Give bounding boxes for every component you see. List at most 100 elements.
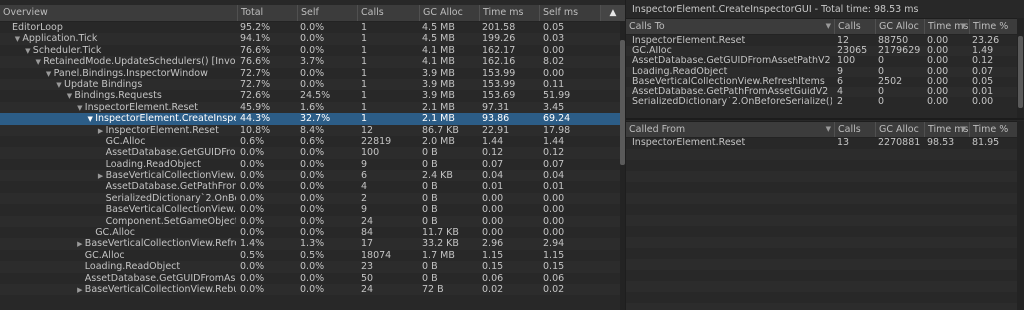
table-row[interactable]: Loading.ReadObject 0.0% 0.0% 23 0 B 0.15 0.15 — [0, 261, 620, 273]
col-total[interactable]: Total — [237, 5, 297, 21]
table-row[interactable]: Component.SetGameObject 0.0% 0.0% 24 0 B 0.00… — [0, 215, 620, 228]
table-row[interactable]: AssetDatabase.GetPathFromAssetGuidV2 0.0%… — [0, 181, 620, 192]
self-cell: 1.6% — [300, 101, 325, 113]
expand-arrow-icon[interactable]: ▶ — [96, 171, 106, 181]
list-item[interactable]: SerializedDictionary`2.OnBeforeSerialize… — [626, 97, 1017, 107]
time-pct-cell: 0.01 — [972, 86, 994, 97]
col-gc-alloc[interactable]: GC Alloc — [875, 122, 924, 137]
gc-alloc-cell: 72 B — [422, 283, 444, 295]
time-ms-cell: 1.44 — [482, 135, 504, 147]
collapse-arrow-icon[interactable]: ▼ — [44, 69, 54, 79]
col-self[interactable]: Self — [297, 5, 357, 21]
list-item[interactable]: InspectorElement.Reset 13 2270881 98.53 81.9… — [626, 138, 1017, 148]
self-ms-cell: 0.01 — [543, 181, 565, 193]
sample-name-cell: SerializedDictionary`2.OnBeforeSerialize… — [96, 193, 236, 204]
empty-row — [626, 259, 1017, 270]
col-self-ms[interactable]: Self ms — [539, 5, 600, 21]
table-row[interactable]: BaseVerticalCollectionView.Rebuild 0.0% 0.… — [0, 204, 620, 215]
self-cell: 0.0% — [300, 261, 325, 273]
list-item[interactable]: AssetDatabase.GetGUIDFromAssetPathV2 100 0… — [626, 56, 1017, 66]
table-row[interactable]: ▼ Update Bindings 72.7% 0.0% 1 3.9 MB 153.99 0.… — [0, 78, 620, 91]
expand-arrow-icon[interactable]: ▶ — [75, 285, 85, 295]
col-time-ms[interactable]: Time ms ▼ — [924, 122, 969, 137]
col-time-pct[interactable]: Time % — [969, 122, 1017, 137]
collapse-arrow-icon[interactable]: ▼ — [33, 57, 43, 67]
table-row[interactable]: GC.Alloc 0.6% 0.6% 22819 2.0 MB 1.44 1.44 — [0, 136, 620, 147]
table-row[interactable]: ▼ Bindings.Requests 72.6% 24.5% 1 3.9 MB 153.6… — [0, 90, 620, 101]
col-called-from[interactable]: Called From ▼ — [626, 122, 834, 137]
called-from-scrollbar[interactable] — [1017, 121, 1024, 310]
sample-name: Panel.Bindings.InspectorWindow — [53, 67, 208, 79]
self-ms-cell: 0.03 — [543, 33, 565, 45]
col-time-ms[interactable]: Time ms ▼ — [924, 19, 969, 34]
table-row[interactable]: SerializedDictionary`2.OnBeforeSerialize… — [0, 192, 620, 205]
list-item[interactable]: AssetDatabase.GetPathFromAssetGuidV2 4 0 0.… — [626, 86, 1017, 98]
table-row[interactable]: ▼InspectorElement.CreateInspectorGUI 44.3… — [0, 113, 620, 125]
table-row[interactable]: ▼ Application.Tick 94.1% 0.0% 1 4.5 MB 199.26 0… — [0, 33, 620, 45]
collapse-arrow-icon[interactable]: ▼ — [23, 46, 33, 56]
table-row[interactable]: ▼ Scheduler.Tick 76.6% 0.0% 1 4.1 MB 162.17 0.0… — [0, 45, 620, 56]
col-overview[interactable]: Overview — [0, 5, 237, 21]
collapse-arrow-icon[interactable]: ▼ — [75, 103, 85, 113]
col-calls-to[interactable]: Calls To ▼ — [626, 19, 834, 34]
self-ms-cell: 0.00 — [543, 67, 565, 79]
time-ms-cell: 2.96 — [482, 238, 504, 250]
table-row[interactable]: AssetDatabase.GetGUIDFromAssetPathV2 0.0%… — [0, 147, 620, 159]
collapse-arrow-icon[interactable]: ▼ — [64, 91, 74, 101]
list-item[interactable]: Loading.ReadObject 9 0 0.00 0.07 — [626, 66, 1017, 77]
sample-name-cell: ▶BaseVerticalCollectionView.RefreshItems — [75, 238, 236, 249]
table-row[interactable]: ▼ RetainedMode.UpdateSchedulers() [Invoke… — [0, 56, 620, 68]
time-ms-cell: 0.00 — [927, 66, 949, 77]
chevron-down-icon: ▼ — [960, 22, 966, 30]
time-pct-cell: 23.26 — [972, 36, 1000, 46]
table-row[interactable]: GC.Alloc 0.0% 0.0% 84 11.7 KB 0.00 0.00 — [0, 227, 620, 238]
self-cell: 0.0% — [300, 283, 325, 295]
col-calls[interactable]: Calls — [357, 5, 419, 21]
self-cell: 0.0% — [300, 227, 325, 239]
list-item[interactable]: InspectorElement.Reset 12 88750 0.00 23.26 — [626, 36, 1017, 46]
hierarchy-scrollbar[interactable] — [620, 22, 625, 310]
expand-arrow-icon[interactable]: ▶ — [75, 239, 85, 249]
collapse-arrow-icon[interactable]: ▼ — [85, 114, 95, 124]
table-row[interactable]: GC.Alloc 0.5% 0.5% 18074 1.7 MB 1.15 1.15 — [0, 250, 620, 261]
sort-arrow-icon[interactable]: ▲ — [600, 5, 625, 21]
list-item[interactable]: BaseVerticalCollectionView.RefreshItems 6… — [626, 77, 1017, 87]
collapse-arrow-icon[interactable]: ▼ — [12, 34, 22, 44]
list-item[interactable]: GC.Alloc 23065 2179629 0.00 1.49 — [626, 46, 1017, 57]
col-calls[interactable]: Calls — [834, 122, 875, 137]
col-gc-alloc[interactable]: GC Alloc — [875, 19, 924, 34]
collapse-arrow-icon[interactable]: ▼ — [54, 80, 64, 90]
scrollbar-thumb[interactable] — [620, 40, 625, 165]
expand-arrow-icon[interactable]: ▶ — [96, 126, 106, 136]
col-calls[interactable]: Calls — [834, 19, 875, 34]
table-row[interactable]: ▶ InspectorElement.Reset 10.8% 8.4% 12 86.7 K… — [0, 124, 620, 136]
table-row[interactable]: ▼ Panel.Bindings.InspectorWindow 72.7% 0.0%… — [0, 68, 620, 79]
total-cell: 76.6% — [240, 56, 271, 68]
time-ms-cell: 162.16 — [482, 56, 516, 68]
table-row[interactable]: EditorLoop 95.2% 0.0% 1 4.5 MB 201.58 0.05 — [0, 22, 620, 33]
sample-name-cell: GC.Alloc — [96, 136, 236, 147]
self-ms-cell: 0.07 — [543, 158, 565, 170]
sample-name: RetainedMode.UpdateSchedulers() [Invoke] — [43, 56, 236, 68]
self-ms-cell: 0.05 — [543, 22, 565, 33]
gc-alloc-cell: 4.5 MB — [422, 33, 455, 45]
panel-divider[interactable] — [626, 118, 1024, 120]
table-row[interactable]: AssetDatabase.GetGUIDFromAssetPathV2 0.0%… — [0, 273, 620, 284]
function-name-cell: InspectorElement.Reset — [632, 138, 746, 148]
total-cell: 0.0% — [240, 181, 265, 193]
table-row[interactable]: ▼ InspectorElement.Reset 45.9% 1.6% 1 2.1 MB 9… — [0, 101, 620, 114]
table-row[interactable]: ▶ BaseVerticalCollectionView.Rebuild 0.0% 0… — [0, 283, 620, 296]
empty-row — [626, 193, 1017, 204]
table-row[interactable]: ▶BaseVerticalCollectionView.RefreshItems… — [0, 170, 620, 182]
col-gc-alloc[interactable]: GC Alloc — [419, 5, 479, 21]
gc-alloc-cell: 0 — [878, 97, 885, 108]
empty-row — [626, 270, 1017, 281]
table-row[interactable]: ▶BaseVerticalCollectionView.RefreshItems… — [0, 238, 620, 250]
scrollbar-thumb[interactable] — [1018, 36, 1023, 108]
col-time-ms[interactable]: Time ms — [479, 5, 539, 21]
table-row[interactable]: Loading.ReadObject 0.0% 0.0% 9 0 B 0.07 0.07 — [0, 159, 620, 170]
calls-cell: 23 — [361, 261, 374, 273]
col-time-pct[interactable]: Time % — [969, 19, 1017, 34]
calls-to-scrollbar[interactable] — [1017, 18, 1024, 118]
self-ms-cell: 0.11 — [543, 78, 565, 90]
